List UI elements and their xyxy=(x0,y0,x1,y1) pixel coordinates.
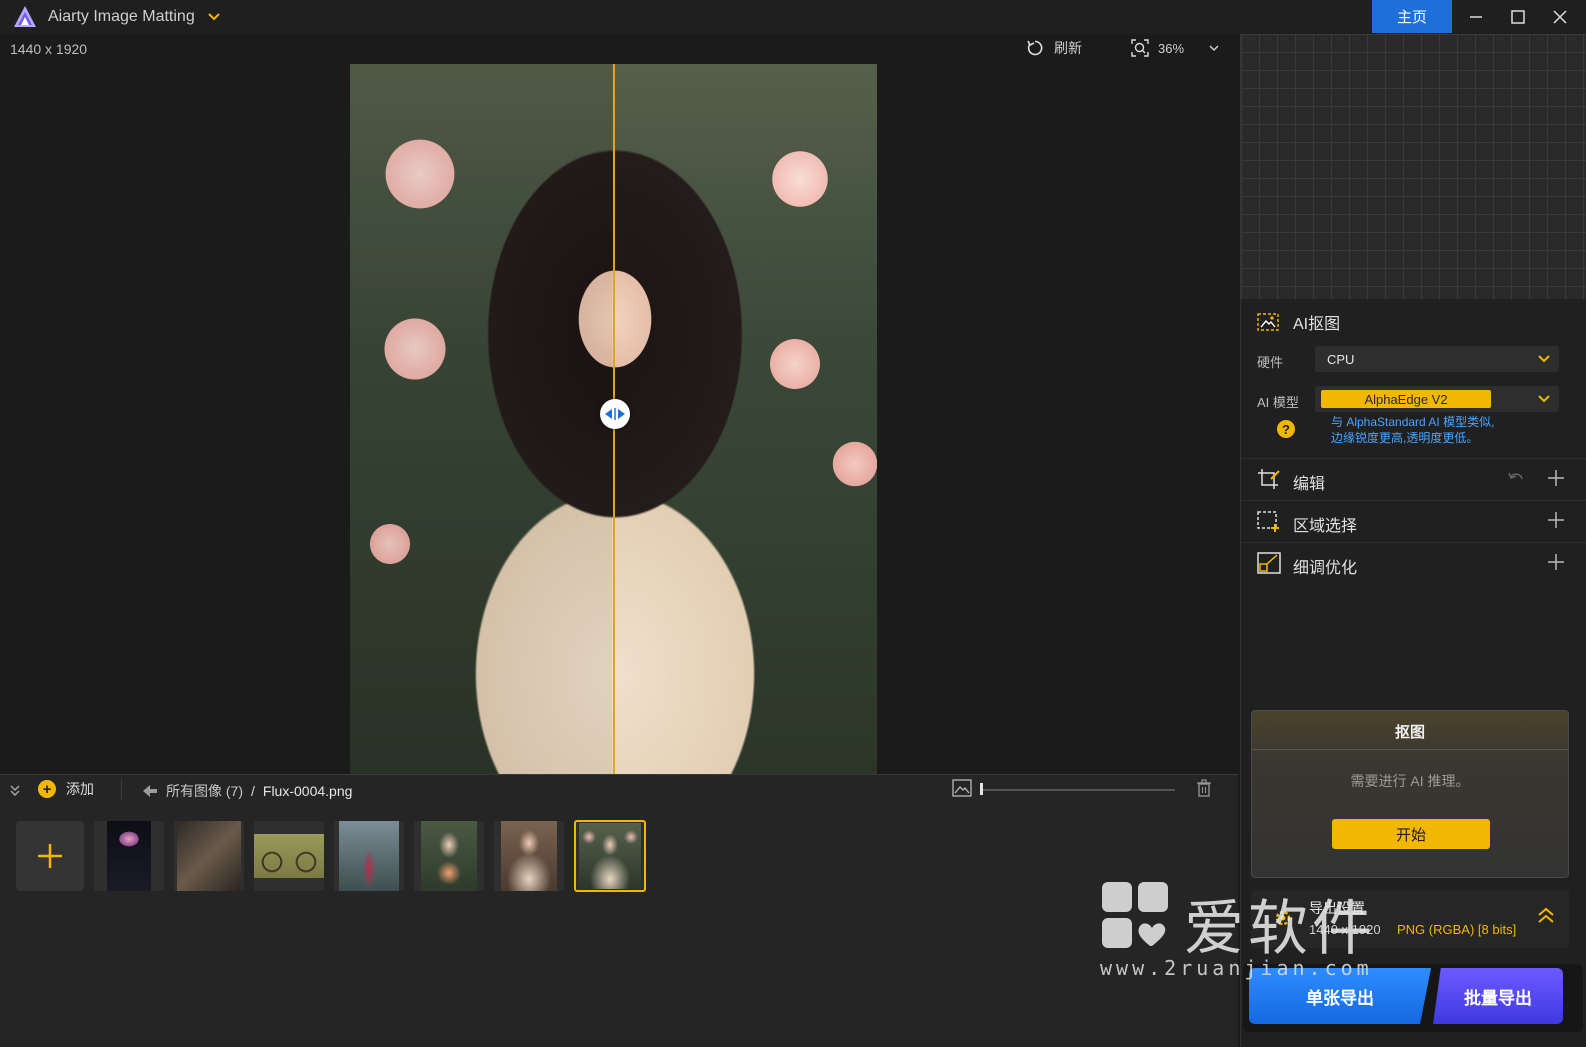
breadcrumb-separator: / xyxy=(251,783,255,799)
crop-edit-icon xyxy=(1258,469,1280,489)
hardware-value: CPU xyxy=(1327,351,1355,367)
thumbnail-portrait-lady[interactable] xyxy=(494,821,564,891)
expand-double-chevron-up-icon[interactable] xyxy=(1537,906,1555,926)
add-label: 添加 xyxy=(66,781,94,797)
thumbnail-flux-0004-selected[interactable] xyxy=(574,820,646,892)
output-format: PNG (RGBA) [8 bits] xyxy=(1397,922,1517,937)
refresh-icon xyxy=(1027,40,1043,56)
model-help-icon[interactable]: ? xyxy=(1277,420,1295,438)
app-title: Aiarty Image Matting xyxy=(48,8,195,25)
gear-icon xyxy=(1275,910,1291,926)
region-select-row[interactable]: 区域选择 xyxy=(1241,500,1586,540)
edit-row[interactable]: 编辑 xyxy=(1241,458,1586,498)
card-divider xyxy=(1252,749,1568,750)
thumbnail-size-icon xyxy=(952,779,972,797)
split-arrows-icon xyxy=(605,408,625,420)
add-circle-icon: + xyxy=(38,780,56,798)
model-description: 与 AlphaStandard AI 模型类似, 边缘锐度更高,透明度更低。 xyxy=(1331,414,1494,446)
add-image-tile[interactable] xyxy=(16,821,84,891)
collapse-double-chevron-icon[interactable] xyxy=(8,783,22,797)
zoom-control[interactable]: 36% xyxy=(1130,38,1220,58)
add-refine-plus-icon[interactable] xyxy=(1547,553,1565,571)
add-edit-plus-icon[interactable] xyxy=(1547,469,1565,487)
output-size: 1440 x 1920 xyxy=(1309,922,1381,937)
ai-matting-title: AI抠图 xyxy=(1293,316,1341,333)
hardware-select[interactable]: CPU xyxy=(1315,346,1559,372)
model-desc-line2: 边缘锐度更高,透明度更低。 xyxy=(1331,431,1479,445)
thumbnail-forest-woman[interactable] xyxy=(334,821,404,891)
matting-card-title: 抠图 xyxy=(1394,724,1425,741)
thumbnail-bicycle[interactable] xyxy=(254,821,324,891)
zoom-chevron-down-icon[interactable] xyxy=(1208,42,1220,54)
add-region-plus-icon[interactable] xyxy=(1547,511,1565,529)
maximize-icon[interactable] xyxy=(1498,0,1538,33)
chevron-down-icon xyxy=(1538,355,1550,363)
plus-icon xyxy=(38,844,62,868)
refine-label: 细调优化 xyxy=(1293,560,1358,577)
model-desc-line1: 与 AlphaStandard AI 模型类似, xyxy=(1331,415,1495,429)
slider-knob[interactable] xyxy=(980,783,983,795)
model-select[interactable]: AlphaEdge V2 xyxy=(1315,386,1559,412)
model-label: AI 模型 xyxy=(1257,395,1299,410)
app-menu-chevron-icon[interactable] xyxy=(207,10,221,24)
matting-card: 抠图 需要进行 AI 推理。 开始 xyxy=(1251,710,1569,878)
batch-export-button[interactable]: 批量导出 xyxy=(1433,968,1563,1024)
region-select-label: 区域选择 xyxy=(1293,518,1358,535)
matting-card-message: 需要进行 AI 推理。 xyxy=(1350,773,1470,789)
compare-drag-handle[interactable] xyxy=(600,399,630,429)
region-select-icon xyxy=(1257,511,1279,532)
zoom-icon xyxy=(1131,39,1149,57)
model-value: AlphaEdge V2 xyxy=(1321,390,1491,408)
minimize-icon[interactable] xyxy=(1456,0,1496,33)
refine-row[interactable]: 细调优化 xyxy=(1241,542,1586,582)
refresh-button[interactable]: 刷新 xyxy=(1026,38,1082,58)
app-logo-icon xyxy=(12,4,38,30)
ai-image-icon xyxy=(1257,313,1279,331)
close-icon[interactable] xyxy=(1540,0,1580,33)
back-arrow-icon[interactable] xyxy=(142,784,158,798)
original-half xyxy=(350,64,612,774)
file-strip: + 添加 所有图像 (7) / Flux-0004.png xyxy=(0,774,1238,1047)
home-button[interactable]: 主页 xyxy=(1372,0,1452,33)
thumbnail-size-slider[interactable] xyxy=(980,789,1175,791)
thumbnail-rock-sculpture[interactable] xyxy=(174,821,244,891)
zoom-value: 36% xyxy=(1158,40,1185,56)
edit-label: 编辑 xyxy=(1293,476,1326,493)
add-images-button[interactable]: + 添加 xyxy=(38,779,94,799)
thumbnail-jellyfish[interactable] xyxy=(94,821,164,891)
breadcrumb-current-file: Flux-0004.png xyxy=(262,783,353,799)
thumbnail-flower-bouquet-girl[interactable] xyxy=(414,821,484,891)
export-buttons: 单张导出 批量导出 xyxy=(1243,964,1583,1032)
title-bar: Aiarty Image Matting 主页 xyxy=(0,0,1586,34)
output-settings-title: 导出设置 xyxy=(1309,900,1365,916)
refine-icon xyxy=(1257,552,1281,574)
strip-toolbar: + 添加 所有图像 (7) / Flux-0004.png xyxy=(0,775,1238,805)
result-preview-image xyxy=(1311,34,1511,299)
trash-icon[interactable] xyxy=(1196,779,1212,797)
output-settings-row[interactable]: 导出设置 1440 x 1920 PNG (RGBA) [8 bits] xyxy=(1251,890,1569,948)
hardware-label: 硬件 xyxy=(1257,355,1284,370)
toolbar-divider xyxy=(121,779,122,801)
undo-icon[interactable] xyxy=(1507,469,1525,487)
breadcrumb-all-images[interactable]: 所有图像 (7) xyxy=(166,781,243,801)
chevron-down-icon xyxy=(1538,395,1550,403)
start-button[interactable]: 开始 xyxy=(1332,819,1490,849)
preview-transparency-grid xyxy=(1241,34,1586,299)
ai-matting-header: AI抠图 xyxy=(1241,302,1586,342)
right-panel: AI抠图 硬件 CPU AI 模型 AlphaEdge V2 ? 与 Alpha… xyxy=(1240,34,1586,1047)
refresh-label: 刷新 xyxy=(1054,40,1082,56)
breadcrumb: 所有图像 (7) / Flux-0004.png xyxy=(142,781,352,801)
image-dimensions: 1440 x 1920 xyxy=(10,41,88,57)
single-export-button[interactable]: 单张导出 xyxy=(1249,968,1431,1024)
ai-matting-section: AI抠图 硬件 CPU AI 模型 AlphaEdge V2 ? 与 Alpha… xyxy=(1241,302,1586,445)
